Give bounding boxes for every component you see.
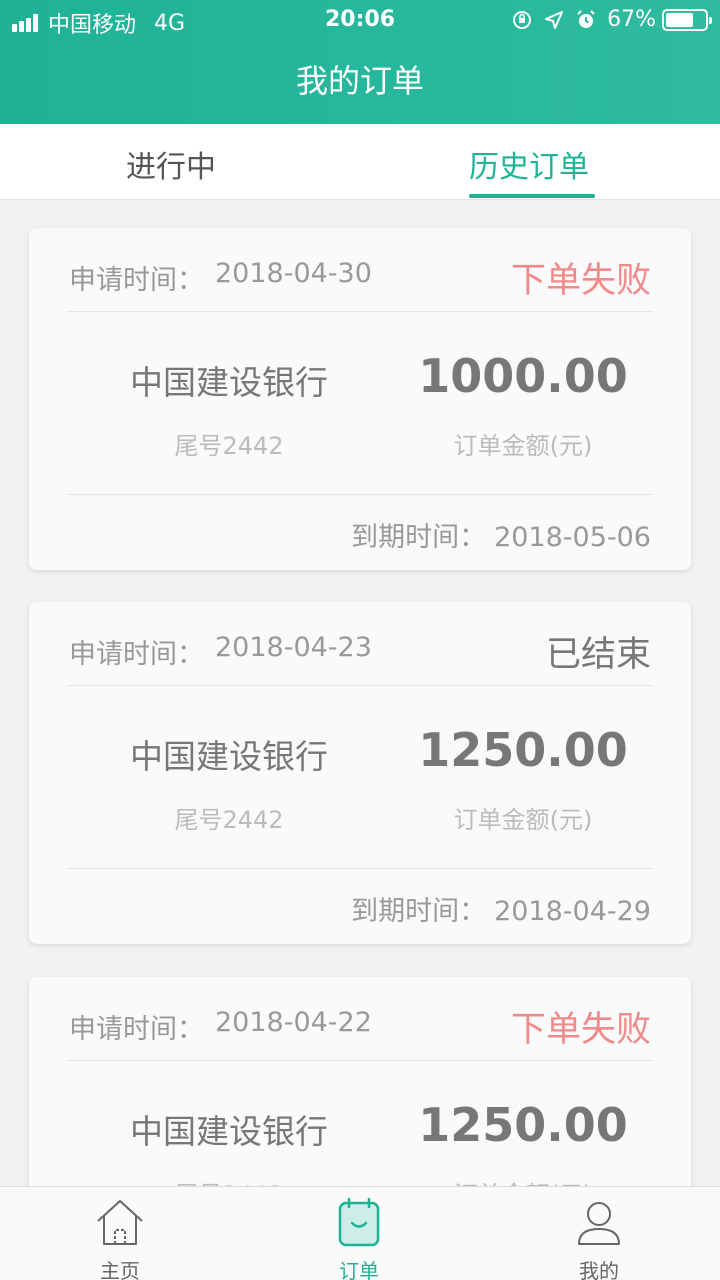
status-bar: 中国移动 4G 20:06 67% (0, 0, 720, 40)
card-tail-number: 尾号2442 (174, 806, 284, 834)
apply-date: 2018-04-30 (215, 258, 372, 289)
tab-history[interactable]: 历史订单 (469, 142, 589, 186)
order-status: 下单失败 (510, 1010, 651, 1050)
bottom-tab-bar: 主页 订单 我的 (0, 1186, 720, 1280)
page-title: 我的订单 (295, 62, 424, 100)
app-header: 中国移动 4G 20:06 67% 我的订单 (0, 0, 720, 124)
bank-name: 中国建设银行 (130, 737, 328, 776)
order-card[interactable]: 申请时间： 2018-04-23 已结束 中国建设银行 1250.00 尾号24… (29, 602, 691, 944)
divider (67, 868, 653, 869)
order-amount: 1000.00 (418, 349, 628, 403)
nav-home[interactable]: 主页 (40, 1187, 200, 1280)
due-time: 到期时间： 2018-05-06 (351, 515, 651, 554)
due-time-label: 到期时间： (351, 896, 487, 927)
divider (67, 494, 653, 495)
due-date: 2018-04-29 (494, 896, 651, 927)
active-tab-indicator (469, 194, 595, 198)
due-time-label: 到期时间： (351, 522, 487, 553)
order-card[interactable]: 申请时间： 2018-04-22 下单失败 中国建设银行 1250.00 尾号2… (29, 977, 691, 1186)
apply-date: 2018-04-22 (215, 1007, 372, 1038)
due-date: 2018-05-06 (494, 522, 651, 553)
order-amount: 1250.00 (418, 1098, 628, 1152)
bank-name: 中国建设银行 (130, 363, 328, 402)
amount-label: 订单金额(元) (373, 1175, 673, 1186)
amount-label: 订单金额(元) (453, 432, 593, 460)
order-status: 已结束 (545, 635, 651, 675)
apply-time-label: 申请时间： (69, 639, 204, 670)
alarm-icon (575, 9, 597, 31)
order-status: 下单失败 (510, 261, 651, 301)
order-card[interactable]: 申请时间： 2018-04-30 下单失败 中国建设银行 1000.00 尾号2… (29, 228, 691, 570)
battery-icon (662, 8, 712, 31)
divider (67, 1060, 653, 1061)
apply-time-label: 申请时间： (69, 1014, 204, 1045)
nav-me-label: 我的 (579, 1259, 619, 1280)
user-icon (578, 1202, 620, 1245)
order-amount: 1250.00 (418, 723, 628, 777)
apply-date: 2018-04-23 (215, 632, 372, 663)
tab-ongoing[interactable]: 进行中 (126, 142, 216, 186)
order-list[interactable]: 申请时间： 2018-04-30 下单失败 中国建设银行 1000.00 尾号2… (0, 201, 720, 1186)
location-icon (543, 9, 565, 31)
order-icon (338, 1197, 380, 1247)
rotation-lock-icon (511, 9, 533, 31)
amount-label: 订单金额(元) (453, 806, 593, 834)
divider (67, 311, 653, 312)
battery-percent: 67% (607, 7, 656, 32)
nav-order-label: 订单 (339, 1259, 379, 1280)
nav-me[interactable]: 我的 (519, 1187, 679, 1280)
bank-name: 中国建设银行 (130, 1112, 328, 1151)
apply-time-label: 申请时间： (69, 265, 204, 296)
nav-order[interactable]: 订单 (279, 1187, 439, 1280)
home-icon (97, 1200, 143, 1245)
divider (67, 685, 653, 686)
nav-home-label: 主页 (100, 1259, 140, 1280)
card-tail-number: 尾号2442 (29, 1175, 429, 1186)
card-tail-number: 尾号2442 (174, 432, 284, 460)
order-tabs: 进行中 历史订单 (0, 124, 720, 200)
due-time: 到期时间： 2018-04-29 (351, 889, 651, 928)
